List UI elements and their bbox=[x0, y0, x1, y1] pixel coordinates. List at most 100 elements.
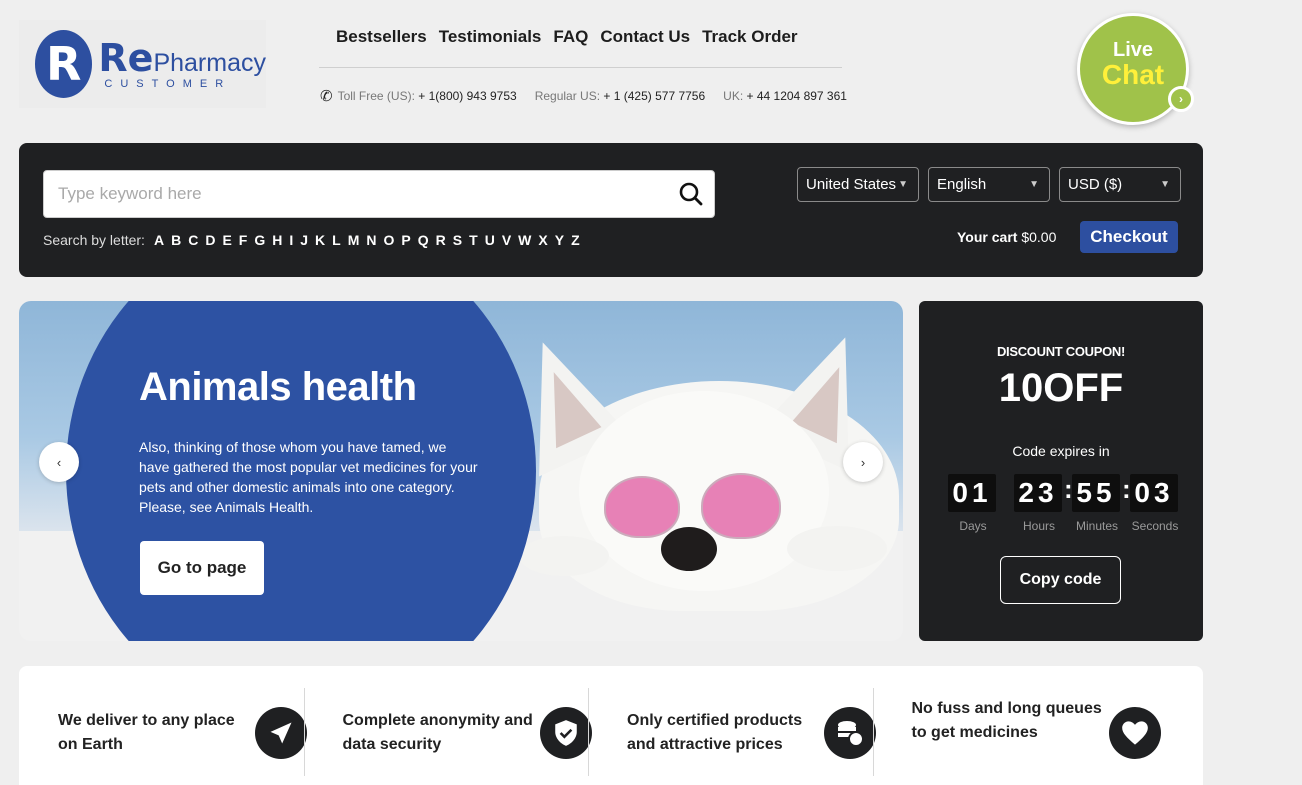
seconds-digits: 03 bbox=[1130, 474, 1178, 512]
coupon-title: DISCOUNT COUPON! bbox=[996, 344, 1126, 359]
feature-anonymity: Complete anonymity and data security bbox=[303, 666, 592, 785]
letter-link[interactable]: U bbox=[485, 232, 495, 248]
cart-amount: $0.00 bbox=[1021, 229, 1057, 245]
minutes-digits: 55 bbox=[1072, 474, 1120, 512]
regular-us-phone[interactable]: Regular US: + 1 (425) 577 7756 bbox=[535, 89, 705, 103]
seconds-label: Seconds bbox=[1131, 519, 1179, 533]
letter-link[interactable]: J bbox=[300, 232, 308, 248]
heart-icon bbox=[1108, 707, 1161, 759]
chevron-down-icon: ▼ bbox=[1160, 179, 1170, 190]
cart-summary[interactable]: Your cart $0.00 bbox=[957, 229, 1056, 245]
letter-link[interactable]: H bbox=[272, 232, 282, 248]
hero-banner: Animals health Also, thinking of those w… bbox=[19, 301, 903, 641]
letter-link[interactable]: C bbox=[188, 232, 198, 248]
copy-code-button[interactable]: Copy code bbox=[1000, 556, 1121, 604]
coupon-code: 10OFF bbox=[998, 366, 1124, 410]
nav-faq[interactable]: FAQ bbox=[553, 27, 588, 47]
letter-link[interactable]: V bbox=[502, 232, 511, 248]
timer-minutes: 55 Minutes bbox=[1072, 474, 1122, 533]
letter-link[interactable]: G bbox=[254, 232, 265, 248]
countdown-timer: 01 Days 23 Hours : 55 Minutes : 03 Secon… bbox=[948, 474, 1180, 533]
letter-link[interactable]: Z bbox=[571, 232, 580, 248]
language-select[interactable]: English ▼ bbox=[928, 167, 1050, 202]
letter-link[interactable]: K bbox=[315, 232, 325, 248]
checkout-button[interactable]: Checkout bbox=[1080, 221, 1178, 253]
chevron-right-icon: › bbox=[860, 454, 866, 470]
hours-digits: 23 bbox=[1014, 474, 1062, 512]
timer-hours: 23 Hours bbox=[1014, 474, 1064, 533]
timer-seconds: 03 Seconds bbox=[1130, 474, 1180, 533]
coupon-expiry-label: Code expires in bbox=[1012, 443, 1110, 459]
currency-select-value: USD ($) bbox=[1068, 176, 1123, 193]
letter-link[interactable]: O bbox=[384, 232, 395, 248]
feature-delivery: We deliver to any place on Earth bbox=[19, 666, 307, 785]
hero-description: Also, thinking of those whom you have ta… bbox=[139, 439, 478, 515]
minutes-label: Minutes bbox=[1075, 519, 1119, 533]
letter-link[interactable]: B bbox=[171, 232, 181, 248]
plane-icon bbox=[255, 707, 307, 759]
coins-icon bbox=[824, 707, 876, 759]
hero-title: Animals health bbox=[139, 365, 417, 409]
shield-check-icon bbox=[539, 707, 592, 759]
feature-text: No fuss and long queues to get medicines bbox=[911, 700, 1102, 741]
letter-search-label: Search by letter: bbox=[43, 232, 145, 248]
letter-link[interactable]: R bbox=[436, 232, 446, 248]
hours-label: Hours bbox=[1022, 519, 1055, 533]
brand-name-pharmacy: Pharmacy bbox=[153, 48, 266, 77]
feature-no-queues: No fuss and long queues to get medicines bbox=[872, 666, 1161, 785]
feature-text: We deliver to any place on Earth bbox=[58, 712, 235, 753]
days-digits: 01 bbox=[948, 474, 996, 512]
carousel-prev-button[interactable]: ‹ bbox=[39, 442, 79, 482]
letter-link[interactable]: Q bbox=[418, 232, 429, 248]
live-chat-line1: Live bbox=[1112, 39, 1154, 61]
nav-bestsellers[interactable]: Bestsellers bbox=[336, 27, 427, 47]
timer-days: 01 Days bbox=[948, 474, 998, 533]
letter-link[interactable]: Y bbox=[555, 232, 564, 248]
timer-separator: : bbox=[1122, 474, 1131, 504]
letter-link[interactable]: T bbox=[469, 232, 478, 248]
search-input[interactable] bbox=[44, 171, 644, 217]
letter-link[interactable]: I bbox=[289, 232, 293, 248]
letter-link[interactable]: W bbox=[518, 232, 531, 248]
logo-text: RePharmacy CUSTOMER bbox=[98, 39, 266, 90]
toll-free-phone[interactable]: Toll Free (US): + 1(800) 943 9753 bbox=[338, 89, 517, 103]
chevron-down-icon: ▼ bbox=[1029, 179, 1039, 190]
go-to-page-button[interactable]: Go to page bbox=[140, 541, 264, 595]
letter-link[interactable]: P bbox=[401, 232, 410, 248]
discount-coupon: DISCOUNT COUPON! 10OFF Code expires in 0… bbox=[919, 301, 1203, 641]
letter-link[interactable]: F bbox=[239, 232, 248, 248]
features-strip: We deliver to any place on Earth Complet… bbox=[19, 666, 1203, 785]
chevron-left-icon: ‹ bbox=[56, 454, 62, 470]
letter-link[interactable]: M bbox=[348, 232, 360, 248]
letter-link[interactable]: A bbox=[154, 232, 164, 248]
nav-track-order[interactable]: Track Order bbox=[702, 27, 797, 47]
nav-testimonials[interactable]: Testimonials bbox=[439, 27, 542, 47]
live-chat-button[interactable]: Live Chat › bbox=[1077, 13, 1194, 125]
letter-link[interactable]: S bbox=[453, 232, 462, 248]
letter-link[interactable]: D bbox=[205, 232, 215, 248]
site-logo[interactable]: R RePharmacy CUSTOMER bbox=[19, 20, 266, 108]
uk-phone[interactable]: UK: + 44 1204 897 361 bbox=[723, 89, 847, 103]
top-navigation: Bestsellers Testimonials FAQ Contact Us … bbox=[336, 27, 798, 47]
brand-subtitle: CUSTOMER bbox=[104, 77, 232, 90]
country-select[interactable]: United States ▼ bbox=[797, 167, 919, 202]
nav-contact-us[interactable]: Contact Us bbox=[600, 27, 690, 47]
letter-link[interactable]: E bbox=[222, 232, 231, 248]
search-bar: Search by letter: A B C D E F G H I J K … bbox=[19, 143, 1203, 277]
letter-link[interactable]: L bbox=[332, 232, 341, 248]
language-select-value: English bbox=[937, 176, 987, 193]
search-icon[interactable] bbox=[678, 181, 704, 207]
letter-search: Search by letter: A B C D E F G H I J K … bbox=[43, 232, 587, 248]
phone-icon: ✆ bbox=[320, 88, 333, 105]
carousel-next-button[interactable]: › bbox=[843, 442, 883, 482]
days-label: Days bbox=[959, 519, 987, 533]
letter-link[interactable]: N bbox=[366, 232, 376, 248]
phone-numbers: ✆ Toll Free (US): + 1(800) 943 9753 Regu… bbox=[320, 87, 865, 105]
currency-select[interactable]: USD ($) ▼ bbox=[1059, 167, 1181, 202]
country-select-value: United States bbox=[806, 176, 897, 193]
chevron-right-icon: › bbox=[1168, 86, 1194, 112]
live-chat-line2: Chat bbox=[1101, 59, 1165, 90]
feature-certified: Only certified products and attractive p… bbox=[588, 666, 876, 785]
letter-link[interactable]: X bbox=[538, 232, 547, 248]
feature-text: Only certified products and attractive p… bbox=[627, 712, 803, 753]
